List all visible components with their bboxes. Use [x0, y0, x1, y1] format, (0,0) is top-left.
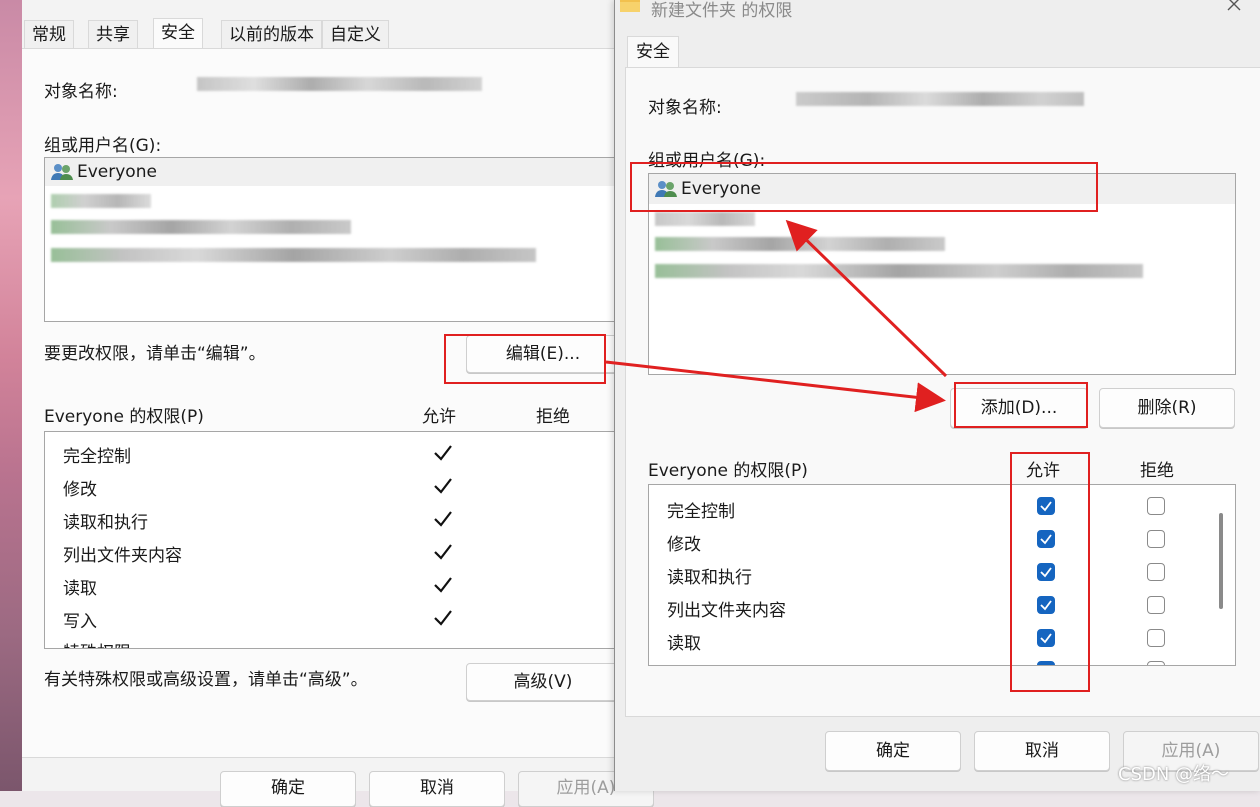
perm-modify: 修改 [667, 535, 701, 555]
list-item-label: Everyone [77, 162, 157, 182]
deny-column-header: 拒绝 [536, 407, 570, 427]
watermark: CSDN @络～ [1118, 764, 1230, 785]
perm-full-control: 完全控制 [63, 447, 131, 467]
highlight-edit-button [444, 334, 606, 384]
perm-full-control: 完全控制 [667, 502, 735, 522]
deny-read-execute-checkbox[interactable] [1147, 563, 1165, 581]
deny-modify-checkbox[interactable] [1147, 530, 1165, 548]
allow-column-header: 允许 [422, 407, 456, 427]
tab-sharing[interactable]: 共享 [88, 20, 138, 48]
check-icon [434, 610, 452, 626]
advanced-hint-text: 有关特殊权限或高级设置，请单击“高级”。 [44, 670, 368, 690]
cancel-button[interactable]: 取消 [974, 731, 1110, 771]
perm-read-execute: 读取和执行 [667, 568, 752, 588]
deny-write-checkbox[interactable] [1147, 661, 1165, 665]
tab-security[interactable]: 安全 [153, 18, 203, 50]
deny-list-folder-checkbox[interactable] [1147, 596, 1165, 614]
check-icon [434, 577, 452, 593]
perm-special: 特殊权限 [63, 638, 131, 648]
permissions-list: 完全控制 修改 读取和执行 列出文件夹内容 读取 写入 特殊权限 [44, 431, 620, 649]
ok-button[interactable]: 确定 [825, 731, 961, 771]
deny-read-checkbox[interactable] [1147, 629, 1165, 647]
deny-column-header: 拒绝 [1140, 461, 1174, 481]
desktop-wallpaper [0, 0, 22, 791]
highlight-everyone [630, 162, 1098, 212]
back-cancel-button[interactable]: 取消 [369, 771, 505, 807]
tab-general[interactable]: 常规 [24, 20, 74, 48]
deny-full-control-checkbox[interactable] [1147, 497, 1165, 515]
dialog-title: 新建文件夹 的权限 [651, 1, 793, 21]
perm-list-folder: 列出文件夹内容 [63, 546, 182, 566]
permissions-dialog: 新建文件夹 的权限 安全 对象名称: 组或用户名(G): Everyone 添加… [614, 0, 1260, 791]
group-user-label: 组或用户名(G): [44, 136, 162, 156]
highlight-allow-column [1010, 452, 1090, 692]
tab-security[interactable]: 安全 [627, 36, 679, 68]
remove-button[interactable]: 删除(R) [1099, 388, 1235, 428]
back-ok-button[interactable]: 确定 [220, 771, 356, 807]
permissions-label: Everyone 的权限(P) [648, 461, 808, 481]
check-icon [434, 478, 452, 494]
perm-write: 写入 [63, 612, 97, 632]
group-user-list[interactable]: Everyone [44, 157, 620, 322]
check-icon [434, 511, 452, 527]
object-name-label: 对象名称: [44, 82, 118, 102]
list-item-everyone[interactable]: Everyone [45, 158, 619, 186]
permissions-list: 完全控制 修改 读取和执行 列出文件夹内容 读取 写入 [648, 484, 1236, 666]
advanced-button[interactable]: 高级(V) [466, 663, 620, 701]
perm-read: 读取 [667, 634, 701, 654]
perm-list-folder: 列出文件夹内容 [667, 601, 786, 621]
security-panel: 对象名称: 组或用户名(G): Everyone 要更改权限，请单击“编辑”。 … [22, 48, 620, 758]
check-icon [434, 544, 452, 560]
properties-dialog: 常规 共享 安全 以前的版本 自定义 对象名称: 组或用户名(G): Every… [22, 0, 654, 807]
tab-customize[interactable]: 自定义 [322, 20, 389, 48]
highlight-add-button [954, 382, 1088, 428]
perm-read-execute: 读取和执行 [63, 513, 148, 533]
edit-hint-text: 要更改权限，请单击“编辑”。 [44, 344, 266, 364]
check-icon [434, 445, 452, 461]
permissions-label: Everyone 的权限(P) [44, 407, 204, 427]
perm-read: 读取 [63, 579, 97, 599]
object-name-label: 对象名称: [648, 98, 722, 118]
users-icon [51, 164, 73, 180]
scrollbar-thumb[interactable] [1219, 513, 1223, 609]
tab-previous-versions[interactable]: 以前的版本 [221, 20, 322, 48]
close-icon[interactable] [1226, 0, 1242, 12]
folder-icon [620, 0, 640, 12]
perm-modify: 修改 [63, 480, 97, 500]
perm-write: 写入 [667, 662, 701, 665]
